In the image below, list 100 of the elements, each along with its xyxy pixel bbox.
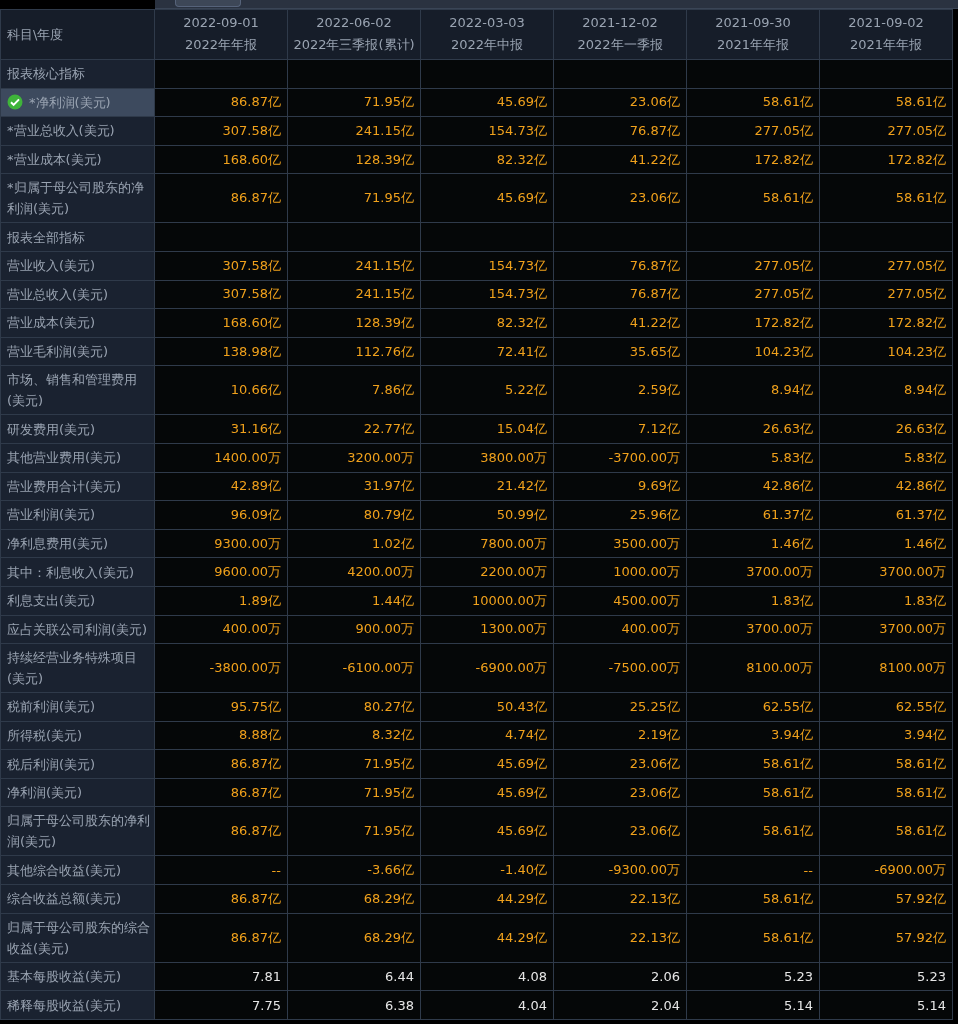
row-label[interactable]: 应占关联公司利润(美元) (1, 615, 155, 645)
table-cell: 1.46亿 (687, 529, 820, 559)
table-cell: 42.86亿 (687, 472, 820, 502)
row-label[interactable]: 归属于母公司股东的综合收益(美元) (1, 913, 155, 963)
row-label[interactable]: 利息支出(美元) (1, 586, 155, 616)
row-label[interactable]: *净利润(美元) (1, 88, 155, 118)
table-cell: 7800.00万 (421, 529, 554, 559)
row-label[interactable]: 持续经营业务特殊项目(美元) (1, 644, 155, 694)
table-cell: 25.25亿 (554, 693, 687, 722)
table-cell: 104.23亿 (687, 337, 820, 367)
table-cell: 3800.00万 (421, 443, 554, 473)
column-header[interactable]: 2022-06-02 2022年三季报(累计) (288, 10, 421, 60)
table-cell: 42.86亿 (820, 472, 953, 502)
table-cell: 57.92亿 (820, 885, 953, 914)
table-cell: 82.32亿 (421, 309, 554, 338)
row-label[interactable]: 营业费用合计(美元) (1, 472, 155, 502)
row-label[interactable]: 净利息费用(美元) (1, 529, 155, 559)
row-label[interactable]: 研发费用(美元) (1, 415, 155, 444)
row-label[interactable]: 稀释每股收益(美元) (1, 991, 155, 1020)
table-cell: 58.61亿 (687, 750, 820, 779)
column-header[interactable]: 2022-03-03 2022年中报 (421, 10, 554, 60)
table-cell: 1.46亿 (820, 529, 953, 559)
row-label[interactable]: *营业总收入(美元) (1, 117, 155, 146)
table-cell: 104.23亿 (820, 337, 953, 367)
table-cell: 35.65亿 (554, 337, 687, 367)
table-cell: -6900.00万 (820, 856, 953, 886)
row-label[interactable]: 其中：利息收入(美元) (1, 558, 155, 587)
row-label[interactable]: 税后利润(美元) (1, 750, 155, 779)
table-cell: 76.87亿 (554, 117, 687, 146)
horizontal-scrollbar[interactable] (155, 0, 958, 9)
table-cell: -1.40亿 (421, 856, 554, 886)
header-date: 2021-12-02 (582, 15, 658, 30)
table-cell: 172.82亿 (820, 145, 953, 175)
column-header[interactable]: 2021-09-02 2021年年报 (820, 10, 953, 60)
table-cell: 3.94亿 (687, 721, 820, 751)
row-label[interactable]: 营业毛利润(美元) (1, 337, 155, 367)
table-cell: 96.09亿 (155, 501, 288, 530)
table-cell: 5.23 (820, 962, 953, 992)
table-cell: 44.29亿 (421, 885, 554, 914)
row-label[interactable]: *营业成本(美元) (1, 145, 155, 175)
table-cell: 58.61亿 (687, 913, 820, 963)
table-cell: 9.69亿 (554, 472, 687, 502)
table-cell: 68.29亿 (288, 913, 421, 963)
section-label: 报表核心指标 (1, 60, 155, 89)
header-date: 2022-06-02 (316, 15, 392, 30)
row-label[interactable]: 综合收益总额(美元) (1, 885, 155, 914)
table-cell: 58.61亿 (687, 88, 820, 118)
row-label[interactable]: 归属于母公司股东的净利润(美元) (1, 807, 155, 857)
table-cell: 41.22亿 (554, 145, 687, 175)
table-cell: 23.06亿 (554, 807, 687, 857)
table-cell: 76.87亿 (554, 251, 687, 281)
table-cell: 71.95亿 (288, 174, 421, 224)
row-label[interactable]: 其他综合收益(美元) (1, 856, 155, 886)
table-cell: 58.61亿 (820, 88, 953, 118)
row-label[interactable]: 净利润(美元) (1, 778, 155, 808)
table-cell: 45.69亿 (421, 750, 554, 779)
row-label[interactable]: 税前利润(美元) (1, 693, 155, 722)
table-cell: 138.98亿 (155, 337, 288, 367)
row-label[interactable]: 营业利润(美元) (1, 501, 155, 530)
table-cell: 1.83亿 (687, 586, 820, 616)
table-cell: 9300.00万 (155, 529, 288, 559)
table-cell: 44.29亿 (421, 913, 554, 963)
table-cell: 58.61亿 (820, 174, 953, 224)
row-label[interactable]: 基本每股收益(美元) (1, 962, 155, 992)
row-label[interactable]: *归属于母公司股东的净利润(美元) (1, 174, 155, 224)
column-header[interactable]: 2022-09-01 2022年年报 (155, 10, 288, 60)
table-cell: 45.69亿 (421, 807, 554, 857)
row-label[interactable]: 营业总收入(美元) (1, 280, 155, 310)
table-cell: 277.05亿 (820, 280, 953, 310)
table-cell: -9300.00万 (554, 856, 687, 886)
table-cell: 86.87亿 (155, 913, 288, 963)
table-cell: 58.61亿 (687, 807, 820, 857)
table-cell: 86.87亿 (155, 778, 288, 808)
row-label[interactable]: 市场、销售和管理费用(美元) (1, 366, 155, 416)
table-cell: 8.94亿 (820, 366, 953, 416)
table-cell: 58.61亿 (820, 778, 953, 808)
table-cell: 277.05亿 (687, 117, 820, 146)
table-cell: 42.89亿 (155, 472, 288, 502)
table-cell: 7.12亿 (554, 415, 687, 444)
table-cell: 80.27亿 (288, 693, 421, 722)
row-label[interactable]: 营业收入(美元) (1, 251, 155, 281)
table-cell: 7.75 (155, 991, 288, 1020)
table-cell: 3700.00万 (820, 615, 953, 645)
table-cell: 5.23 (687, 962, 820, 992)
row-label[interactable]: 营业成本(美元) (1, 309, 155, 338)
corner-header: 科目\年度 (1, 10, 155, 60)
header-report: 2021年年报 (716, 36, 790, 54)
column-header[interactable]: 2021-09-30 2021年年报 (687, 10, 820, 60)
table-cell: 2.19亿 (554, 721, 687, 751)
table-cell: 8.88亿 (155, 721, 288, 751)
check-icon (7, 94, 23, 111)
table-cell: 45.69亿 (421, 88, 554, 118)
column-header[interactable]: 2021-12-02 2022年一季报 (554, 10, 687, 60)
table-cell: 4200.00万 (288, 558, 421, 587)
row-label[interactable]: 所得税(美元) (1, 721, 155, 751)
table-cell: 71.95亿 (288, 750, 421, 779)
row-label[interactable]: 其他营业费用(美元) (1, 443, 155, 473)
table-cell: 6.38 (288, 991, 421, 1020)
table-cell: 50.43亿 (421, 693, 554, 722)
scrollbar-thumb[interactable] (175, 0, 241, 7)
